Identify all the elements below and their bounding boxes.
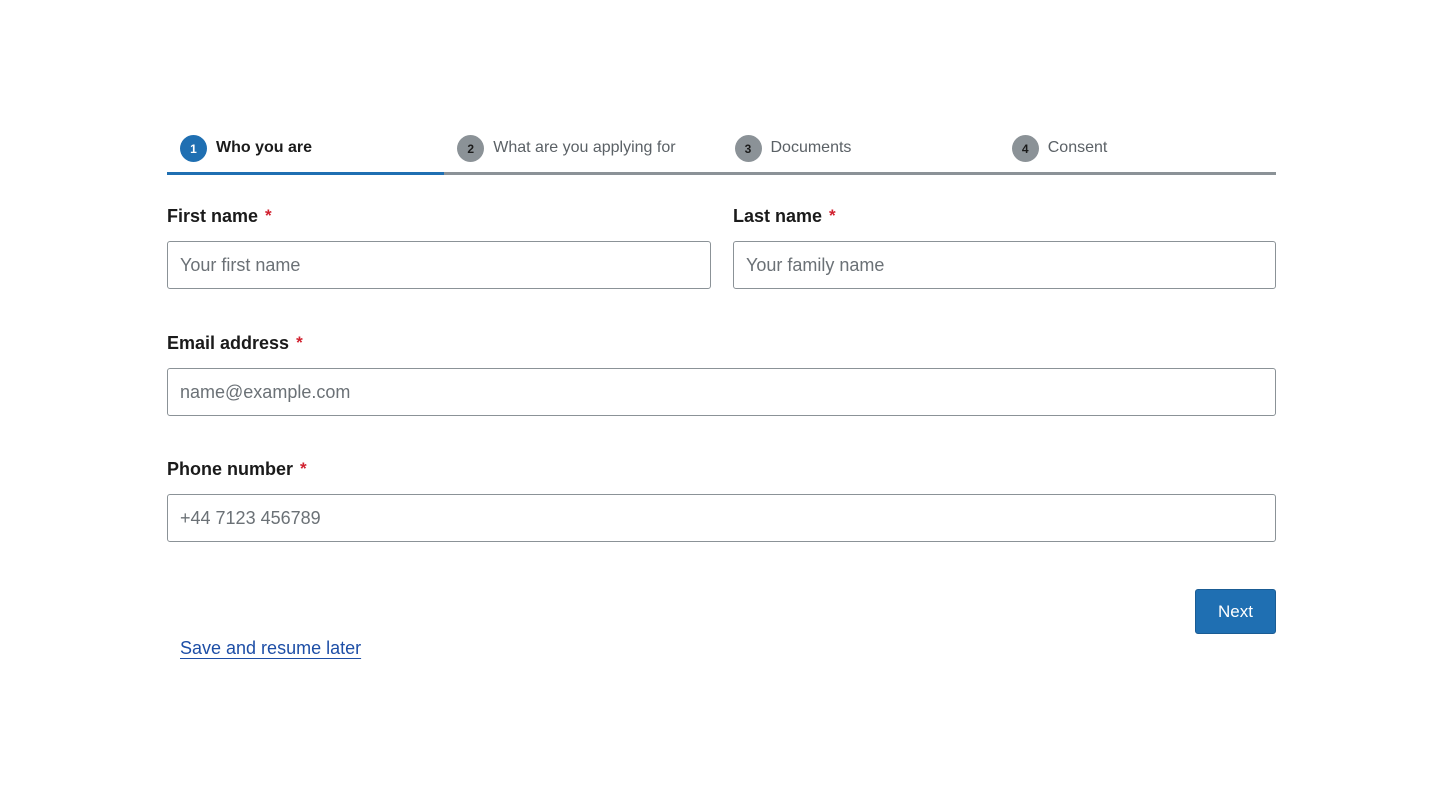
first-name-field-group: First name * — [167, 204, 711, 289]
next-button[interactable]: Next — [1195, 589, 1276, 634]
first-name-label-text: First name — [167, 205, 259, 226]
step-number-badge: 3 — [734, 135, 762, 162]
last-name-input[interactable] — [733, 241, 1276, 289]
last-name-label-text: Last name — [733, 205, 823, 226]
required-indicator: * — [296, 333, 303, 352]
email-field-group: Email address * — [167, 331, 1276, 416]
step-what-are-you-applying-for[interactable]: 2 What are you applying for — [444, 133, 722, 175]
step-label: Consent — [1047, 139, 1108, 156]
step-who-you-are[interactable]: 1 Who you are — [167, 133, 445, 175]
required-indicator: * — [265, 206, 272, 225]
phone-label: Phone number * — [167, 457, 1276, 481]
application-form-page: 1 Who you are 2 What are you applying fo… — [167, 0, 1276, 810]
step-number-badge: 4 — [1011, 135, 1039, 162]
last-name-label: Last name * — [733, 204, 1276, 228]
phone-field-group: Phone number * — [167, 457, 1276, 542]
step-consent[interactable]: 4 Consent — [998, 133, 1276, 175]
email-label: Email address * — [167, 331, 1276, 355]
last-name-field-group: Last name * — [733, 204, 1276, 289]
email-input[interactable] — [167, 368, 1276, 416]
step-number-badge: 1 — [180, 135, 207, 162]
progress-stepper: 1 Who you are 2 What are you applying fo… — [167, 133, 1276, 175]
first-name-label: First name * — [167, 204, 711, 228]
phone-input[interactable] — [167, 494, 1276, 542]
required-indicator: * — [300, 459, 307, 478]
phone-label-text: Phone number — [167, 458, 294, 479]
email-label-text: Email address — [167, 332, 290, 353]
step-label: Documents — [770, 139, 852, 156]
save-and-resume-later-link[interactable]: Save and resume later — [180, 638, 361, 659]
required-indicator: * — [829, 206, 836, 225]
step-label: Who you are — [216, 139, 313, 156]
step-label: What are you applying for — [493, 139, 676, 156]
first-name-input[interactable] — [167, 241, 711, 289]
step-number-badge: 2 — [457, 135, 485, 162]
step-documents[interactable]: 3 Documents — [721, 133, 999, 175]
